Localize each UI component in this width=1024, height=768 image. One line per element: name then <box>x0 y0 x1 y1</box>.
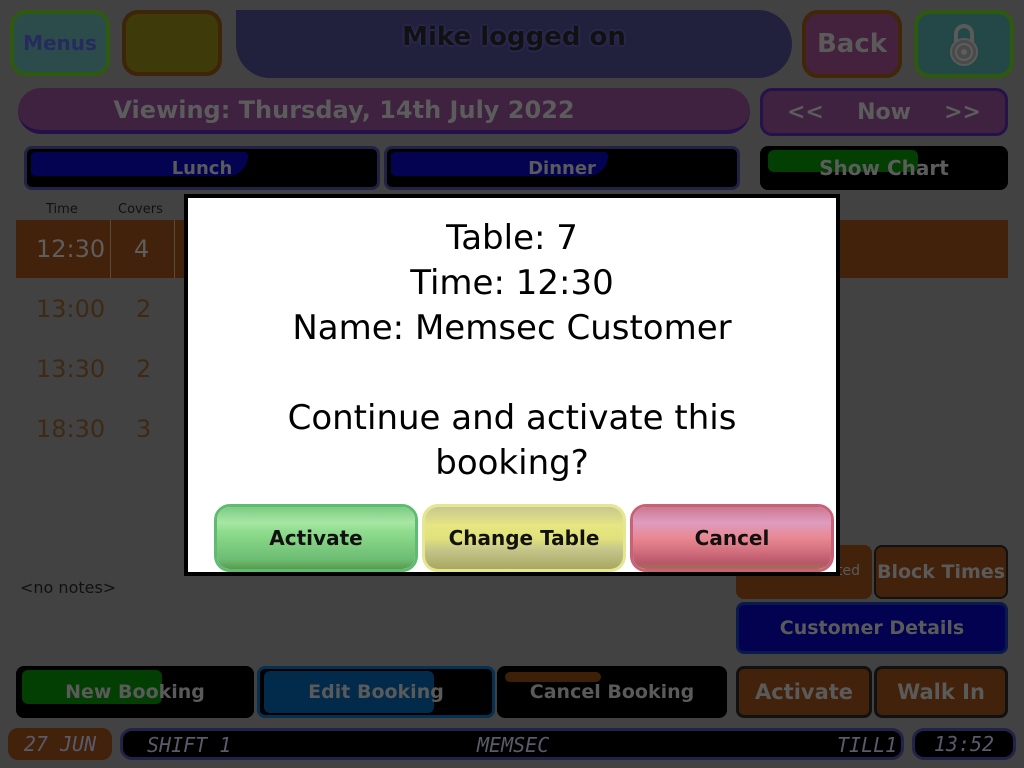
blank-button[interactable] <box>122 10 222 76</box>
edit-booking-button[interactable]: Edit Booking <box>257 666 495 718</box>
status-site: MEMSEC <box>477 733 550 757</box>
tab-dinner-label: Dinner <box>528 157 596 179</box>
dialog-name-line: Name: Memsec Customer <box>292 308 732 348</box>
booking-notes: <no notes> <box>20 578 117 597</box>
row-time: 12:30 <box>36 235 106 263</box>
cancel-booking-button[interactable]: Cancel Booking <box>497 666 727 718</box>
activate-booking-dialog: Table: 7 Time: 12:30 Name: Memsec Custom… <box>184 194 840 576</box>
new-booking-label: New Booking <box>65 681 205 703</box>
edit-booking-label: Edit Booking <box>308 681 444 703</box>
dialog-activate-button[interactable]: Activate <box>214 504 418 572</box>
seated-label: ted <box>837 563 860 579</box>
table-row[interactable]: 13:30 2 <box>16 340 186 400</box>
block-times-label: Block Times <box>876 561 1006 583</box>
customer-details-button[interactable]: Customer Details <box>736 602 1008 654</box>
row-time: 18:30 <box>36 415 106 443</box>
status-date: 27 JUN <box>8 728 112 760</box>
dialog-change-table-button[interactable]: Change Table <box>422 504 626 572</box>
dialog-cancel-label: Cancel <box>694 526 770 550</box>
row-time: 13:00 <box>36 295 106 323</box>
menus-label: Menus <box>23 31 97 55</box>
row-covers: 2 <box>136 295 152 323</box>
viewing-date-text: Viewing: Thursday, 14th July 2022 <box>113 96 575 124</box>
walk-in-label: Walk In <box>897 680 985 704</box>
dialog-question-line2: booking? <box>435 443 589 483</box>
row-covers: 2 <box>136 355 152 383</box>
table-row[interactable]: 13:00 2 <box>16 280 186 340</box>
new-booking-button[interactable]: New Booking <box>16 666 254 718</box>
back-label: Back <box>816 29 888 59</box>
lock-button[interactable] <box>914 10 1014 78</box>
table-row[interactable]: 18:30 3 <box>16 400 186 460</box>
logon-banner: Mike logged on <box>236 10 792 78</box>
now-button[interactable]: Now <box>857 100 911 125</box>
cell-divider <box>174 220 175 278</box>
show-chart-label: Show Chart <box>819 156 949 180</box>
dialog-cancel-button[interactable]: Cancel <box>630 504 834 572</box>
activate-button[interactable]: Activate <box>736 666 872 718</box>
show-chart-button[interactable]: Show Chart <box>760 146 1008 190</box>
date-navigation: << Now >> <box>760 88 1008 136</box>
tab-lunch[interactable]: Lunch <box>24 146 380 190</box>
dialog-change-table-label: Change Table <box>448 526 600 550</box>
back-button[interactable]: Back <box>802 10 902 78</box>
menus-button[interactable]: Menus <box>10 10 110 76</box>
dialog-question-line1: Continue and activate this <box>287 398 737 438</box>
row-covers: 3 <box>136 415 152 443</box>
dialog-activate-label: Activate <box>269 526 363 550</box>
status-shift: SHIFT 1 <box>147 733 232 757</box>
logon-text: Mike logged on <box>402 22 626 52</box>
status-till: TILL1 <box>837 733 898 757</box>
column-header-covers: Covers <box>118 202 163 217</box>
customer-details-label: Customer Details <box>779 617 965 639</box>
status-clock-text: 13:52 <box>933 732 995 756</box>
activate-label: Activate <box>754 680 854 704</box>
tab-lunch-label: Lunch <box>171 157 233 179</box>
prev-day-button[interactable]: << <box>787 100 824 125</box>
status-clock: 13:52 <box>912 728 1016 760</box>
row-covers: 4 <box>134 235 150 263</box>
status-bar: SHIFT 1 MEMSEC TILL1 <box>120 728 904 760</box>
padlock-icon <box>950 24 978 66</box>
dialog-message: Table: 7 Time: 12:30 Name: Memsec Custom… <box>188 216 836 486</box>
walk-in-button[interactable]: Walk In <box>874 666 1008 718</box>
cell-divider <box>110 220 111 278</box>
cancel-booking-label: Cancel Booking <box>529 681 695 703</box>
next-day-button[interactable]: >> <box>944 100 981 125</box>
row-time: 13:30 <box>36 355 106 383</box>
dialog-time-line: Time: 12:30 <box>410 263 614 303</box>
dialog-spacer <box>188 351 836 396</box>
dialog-table-line: Table: 7 <box>446 218 578 258</box>
block-times-button[interactable]: Block Times <box>874 545 1008 599</box>
status-date-text: 27 JUN <box>23 732 97 756</box>
viewing-date-bar: Viewing: Thursday, 14th July 2022 <box>18 88 750 134</box>
column-header-time: Time <box>46 202 78 217</box>
tab-dinner[interactable]: Dinner <box>384 146 740 190</box>
